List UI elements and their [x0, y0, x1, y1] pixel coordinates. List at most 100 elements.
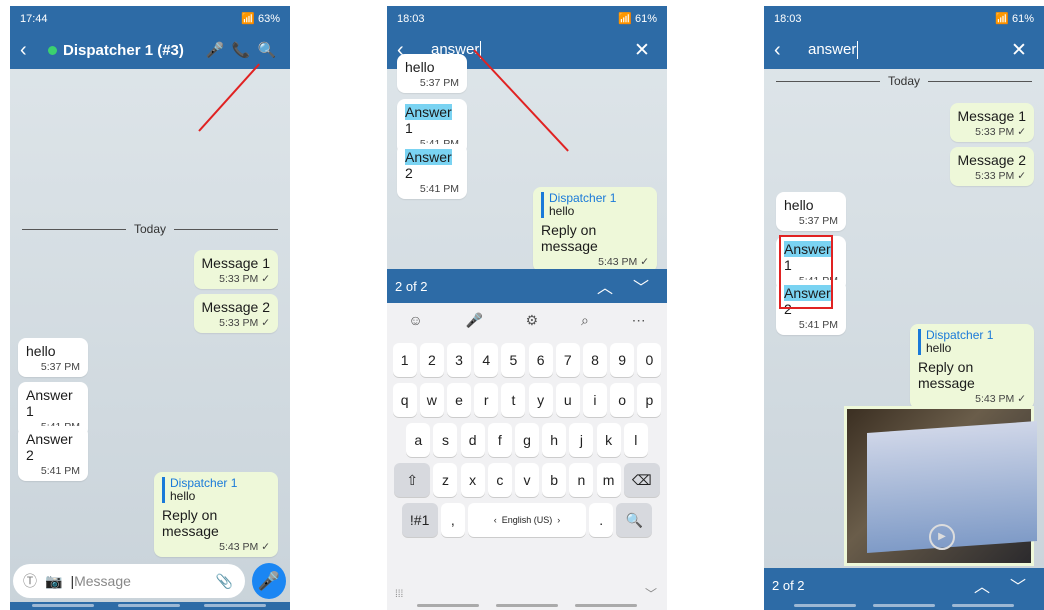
- chevron-down-icon[interactable]: ﹀: [623, 274, 659, 298]
- key-x[interactable]: x: [460, 463, 485, 497]
- key-4[interactable]: 4: [474, 343, 499, 377]
- settings-icon[interactable]: ⚙: [526, 312, 539, 329]
- system-nav-bar: [387, 602, 667, 610]
- key-m[interactable]: m: [596, 463, 621, 497]
- key-v[interactable]: v: [515, 463, 539, 497]
- key-1[interactable]: 1: [392, 343, 417, 377]
- key-j[interactable]: j: [569, 423, 594, 457]
- key-9[interactable]: 9: [610, 343, 635, 377]
- message-bubble[interactable]: Message 1 5:33 PM ✓: [949, 103, 1034, 142]
- key-g[interactable]: g: [515, 423, 539, 457]
- voice-record-button[interactable]: 🎤: [252, 563, 286, 599]
- phone-icon[interactable]: 📞: [228, 41, 254, 59]
- close-icon[interactable]: ✕: [1004, 39, 1034, 62]
- camera-icon[interactable]: 📷: [45, 573, 62, 590]
- quoted-message[interactable]: Dispatcher 1 hello: [918, 329, 1026, 355]
- key-3[interactable]: 3: [447, 343, 472, 377]
- key-5[interactable]: 5: [501, 343, 526, 377]
- chevron-up-icon[interactable]: ︿: [587, 274, 623, 298]
- search-header: ‹ answer ✕: [764, 31, 1044, 69]
- chevron-down-icon[interactable]: ﹀: [1000, 573, 1036, 597]
- space-key[interactable]: ‹ English (US) ›: [468, 503, 586, 537]
- backspace-key[interactable]: ⌫: [623, 463, 660, 497]
- more-icon[interactable]: ⋯: [632, 312, 646, 329]
- message-bubble[interactable]: Answer 2 5:41 PM: [397, 144, 467, 199]
- symbols-key[interactable]: !#1: [401, 503, 438, 537]
- message-input[interactable]: Ⓣ 📷 | Message 📎: [13, 564, 245, 598]
- reply-message-bubble[interactable]: Dispatcher 1 hello Reply on message 5:43 P…: [910, 324, 1034, 409]
- search-result-count: 2 of 2: [395, 278, 428, 294]
- chat-title[interactable]: Dispatcher 1 (#3): [63, 42, 202, 59]
- status-time: 17:44: [20, 12, 48, 25]
- microphone-icon[interactable]: 🎤: [465, 312, 482, 329]
- reply-message-bubble[interactable]: Dispatcher 1 hello Reply on message 5:43 P…: [533, 187, 657, 272]
- chat-screen: 17:44 📶 63% ‹ Dispatcher 1 (#3) 🎤 📞 🔍 To…: [10, 6, 290, 610]
- message-bubble[interactable]: Answer 2 5:41 PM: [18, 426, 88, 481]
- key-b[interactable]: b: [542, 463, 567, 497]
- key-n[interactable]: n: [569, 463, 594, 497]
- message-composer: Ⓣ 📷 | Message 📎 🎤: [10, 558, 290, 602]
- key-2[interactable]: 2: [419, 343, 444, 377]
- search-results-bar: 2 of 2 ︿ ﹀: [387, 269, 667, 303]
- search-input[interactable]: answer: [808, 41, 1004, 60]
- message-bubble[interactable]: hello 5:37 PM: [776, 192, 846, 231]
- video-message[interactable]: ▶: [844, 406, 1037, 566]
- key-l[interactable]: l: [623, 423, 648, 457]
- emoji-icon[interactable]: ☺: [408, 312, 422, 328]
- key-h[interactable]: h: [542, 423, 567, 457]
- battery-level: 📶 61%: [995, 13, 1034, 25]
- message-bubble[interactable]: Message 2 5:33 PM ✓: [193, 294, 278, 333]
- search-icon[interactable]: ⌕: [581, 312, 589, 329]
- battery-level: 📶 61%: [618, 13, 657, 25]
- key-d[interactable]: d: [460, 423, 485, 457]
- system-nav-bar: [764, 602, 1044, 610]
- key-6[interactable]: 6: [528, 343, 553, 377]
- search-key[interactable]: 🔍: [616, 503, 653, 537]
- key-o[interactable]: o: [610, 383, 635, 417]
- key-p[interactable]: p: [637, 383, 662, 417]
- message-bubble[interactable]: Message 2 5:33 PM ✓: [949, 147, 1034, 186]
- key-w[interactable]: w: [419, 383, 444, 417]
- microphone-icon[interactable]: 🎤: [202, 41, 228, 59]
- key-z[interactable]: z: [433, 463, 458, 497]
- message-bubble[interactable]: hello 5:37 PM: [18, 338, 88, 377]
- key-8[interactable]: 8: [582, 343, 607, 377]
- key-7[interactable]: 7: [555, 343, 580, 377]
- key-f[interactable]: f: [487, 423, 512, 457]
- key-0[interactable]: 0: [637, 343, 662, 377]
- key-r[interactable]: r: [474, 383, 499, 417]
- key-q[interactable]: q: [392, 383, 417, 417]
- key-i[interactable]: i: [582, 383, 607, 417]
- key-u[interactable]: u: [555, 383, 580, 417]
- keyboard-grid-icon[interactable]: ⁞⁞⁞: [395, 589, 403, 600]
- key-s[interactable]: s: [433, 423, 458, 457]
- chevron-up-icon[interactable]: ︿: [964, 573, 1000, 597]
- key-c[interactable]: c: [487, 463, 512, 497]
- on-screen-keyboard: ☺ 🎤 ⚙ ⌕ ⋯ 1234567890 qwertyuiop asdfghjk…: [387, 303, 667, 610]
- keyboard-toolbar: ☺ 🎤 ⚙ ⌕ ⋯: [387, 303, 667, 337]
- shift-key[interactable]: ⇧: [394, 463, 431, 497]
- close-icon[interactable]: ✕: [627, 39, 657, 62]
- key-k[interactable]: k: [596, 423, 621, 457]
- period-key[interactable]: .: [589, 503, 614, 537]
- reply-message-bubble[interactable]: Dispatcher 1 hello Reply on message 5:43 P…: [154, 472, 278, 557]
- key-a[interactable]: a: [406, 423, 431, 457]
- text-format-icon[interactable]: Ⓣ: [23, 571, 37, 591]
- comma-key[interactable]: ,: [440, 503, 465, 537]
- back-icon[interactable]: ‹: [20, 39, 42, 62]
- quoted-message[interactable]: Dispatcher 1 hello: [541, 192, 649, 218]
- keyboard-hide-icon[interactable]: ﹀: [645, 585, 657, 602]
- quoted-message[interactable]: Dispatcher 1 hello: [162, 477, 270, 503]
- key-t[interactable]: t: [501, 383, 526, 417]
- key-e[interactable]: e: [447, 383, 472, 417]
- search-highlight: Answer: [405, 104, 452, 120]
- search-icon[interactable]: 🔍: [254, 41, 280, 59]
- annotation-arrow: [198, 63, 260, 132]
- back-icon[interactable]: ‹: [774, 39, 796, 62]
- message-bubble[interactable]: hello 5:37 PM: [397, 54, 467, 93]
- attach-icon[interactable]: 📎: [216, 573, 233, 590]
- search-result-count: 2 of 2: [772, 577, 805, 593]
- message-bubble[interactable]: Message 1 5:33 PM ✓: [193, 250, 278, 289]
- key-y[interactable]: y: [528, 383, 553, 417]
- play-icon[interactable]: ▶: [929, 524, 955, 550]
